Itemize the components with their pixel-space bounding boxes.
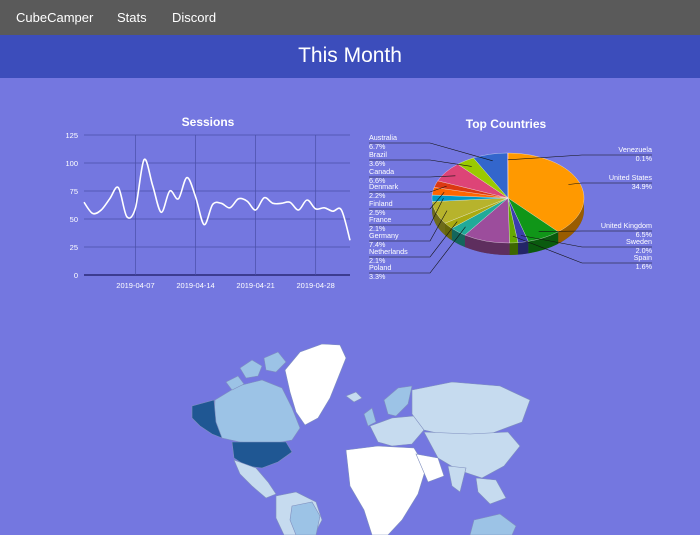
pie-label-percent: 2.2% — [369, 191, 386, 200]
map-region-africa[interactable] — [345, 445, 427, 535]
pie-slice-side — [517, 241, 529, 255]
sessions-y-axis: 0 25 50 75 100 125 — [65, 131, 78, 280]
pie-label-country: United States — [609, 173, 653, 182]
sessions-x-tick-label: 2019-04-28 — [296, 281, 334, 290]
sessions-x-tick-label: 2019-04-07 — [116, 281, 154, 290]
pie-label-country: Canada — [369, 167, 394, 176]
pie-label-percent: 3.3% — [369, 272, 386, 281]
sessions-y-tick-label: 125 — [65, 131, 78, 140]
pie-label-country: Finland — [369, 199, 393, 208]
pie-label-country: Spain — [634, 253, 652, 262]
pie-slices — [431, 152, 585, 244]
sessions-y-tick-label: 50 — [70, 215, 78, 224]
sessions-y-tick-label: 25 — [70, 243, 78, 252]
brand-link[interactable]: CubeCamper — [16, 10, 93, 25]
pie-label-percent: 0.1% — [636, 154, 653, 163]
pie-label-percent: 6.7% — [369, 142, 386, 151]
pie-label-country: Brazil — [369, 150, 387, 159]
pie-label-percent: 1.6% — [636, 262, 653, 271]
sessions-series-line — [83, 158, 351, 241]
map-region-europe[interactable] — [369, 415, 425, 447]
pie-label-country: Australia — [369, 133, 397, 142]
sessions-y-tick-label: 100 — [65, 159, 78, 168]
map-region-southeast-asia[interactable] — [475, 477, 507, 505]
map-region-canada[interactable] — [213, 379, 301, 445]
sessions-x-tick-label: 2019-04-21 — [236, 281, 274, 290]
page-banner: This Month — [0, 35, 700, 78]
nav-link-discord[interactable]: Discord — [172, 10, 216, 25]
map-region-united-kingdom[interactable] — [363, 407, 377, 427]
top-navbar: CubeCamper Stats Discord — [0, 0, 700, 36]
pie-label-percent: 3.6% — [369, 159, 386, 168]
map-region-iceland[interactable] — [345, 391, 363, 403]
world-map — [191, 343, 531, 535]
sessions-x-tick-label: 2019-04-14 — [176, 281, 214, 290]
pie-label-country: Sweden — [626, 237, 652, 246]
map-region-india[interactable] — [447, 465, 467, 493]
pie-label-country: Venezuela — [618, 145, 652, 154]
top-countries-chart-title: Top Countries — [466, 117, 547, 131]
pie-label-country: United Kingdom — [601, 221, 652, 230]
top-countries-chart: Top Countries United States34.9% United K… — [369, 117, 653, 281]
nav-link-stats[interactable]: Stats — [117, 10, 147, 25]
sessions-chart: Sessions 0255075100125 2019-04-07 2019-04… — [65, 115, 351, 290]
pie-label-percent: 7.4% — [369, 240, 386, 249]
sessions-x-axis: 2019-04-07 2019-04-14 2019-04-21 2019-04-28 — [116, 281, 335, 290]
map-region-australia[interactable] — [469, 513, 517, 535]
pie-label-percent: 2.1% — [369, 256, 386, 265]
map-region-russia[interactable] — [411, 381, 531, 437]
sessions-y-tick-label: 0 — [74, 271, 78, 280]
page-title: This Month — [298, 44, 402, 67]
pie-label-percent: 2.5% — [369, 208, 386, 217]
sessions-y-tick-label: 75 — [70, 187, 78, 196]
sessions-chart-title: Sessions — [182, 115, 235, 129]
pie-label-percent: 34.9% — [632, 182, 653, 191]
pie-slice-side — [509, 242, 518, 255]
pie-label-percent: 2.1% — [369, 224, 386, 233]
pie-label-percent: 6.6% — [369, 176, 386, 185]
map-region-scandinavia[interactable] — [383, 385, 413, 417]
